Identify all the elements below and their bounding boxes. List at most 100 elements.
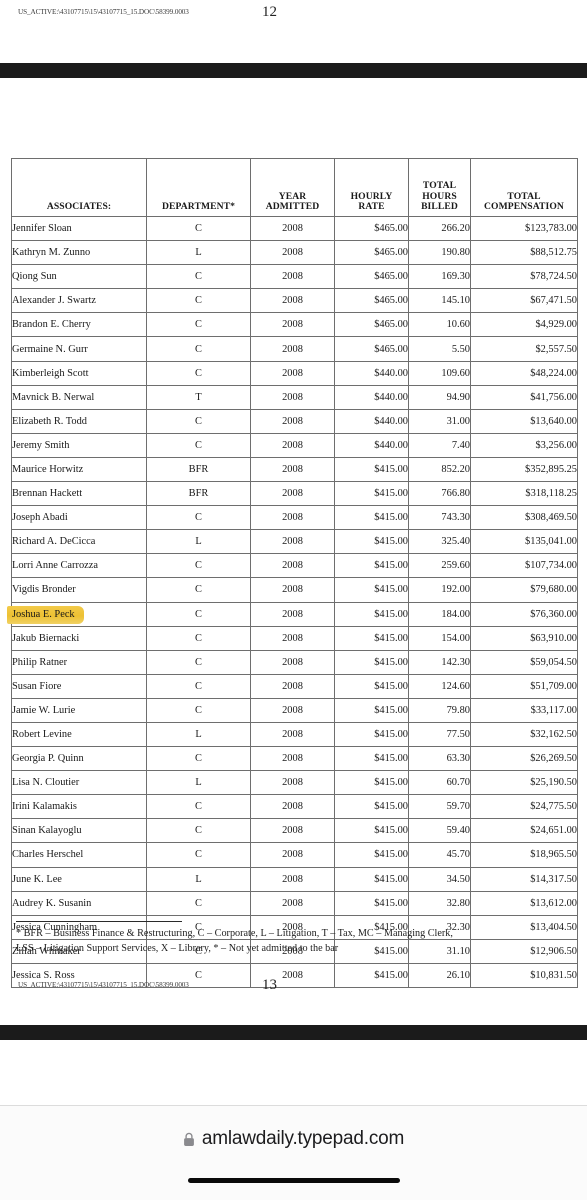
table-row: Philip Ratner C 2008 $415.00 142.30 $59,054.5…	[11, 649, 578, 675]
column-header-hourly-rate: HOURLY RATE	[334, 158, 409, 217]
document-footer-page-number: 13	[262, 977, 277, 993]
cell-comp: $48,224.00	[470, 360, 578, 386]
cell-hours: 852.20	[408, 456, 471, 483]
cell-year: 2008	[250, 264, 335, 290]
cell-year: 2008	[250, 360, 335, 386]
table-row: Jennifer Sloan C 2008 $465.00 266.20 $123,783…	[11, 215, 578, 242]
cell-hours: 59.40	[408, 818, 471, 844]
cell-dept: C	[146, 601, 251, 627]
cell-name: Joseph Abadi	[11, 505, 147, 531]
cell-hours: 63.30	[408, 746, 471, 772]
cell-dept: C	[146, 336, 251, 362]
table-row: Joshua E. Peck C 2008 $415.00 184.00 $76,360.…	[7, 601, 578, 627]
table-row: Vigdis Bronder C 2008 $415.00 192.00 $79,680.…	[11, 577, 578, 603]
cell-year: 2008	[250, 312, 335, 338]
cell-year: 2008	[250, 408, 335, 434]
cell-dept: C	[146, 288, 251, 314]
table-row: Mavnick B. Nerwal T 2008 $440.00 94.90 $41,75…	[11, 384, 578, 410]
cell-year: 2008	[250, 601, 335, 627]
table-row: Audrey K. Susanin C 2008 $415.00 32.80 $13,61…	[11, 890, 578, 916]
column-header-department: DEPARTMENT*	[146, 158, 251, 217]
table-row: Jeremy Smith C 2008 $440.00 7.40 $3,256.00	[11, 432, 578, 458]
cell-rate: $465.00	[334, 288, 409, 314]
document-header-slug: US_ACTIVE:\43107715\15\43107715_15.DOC\5…	[18, 8, 189, 16]
cell-year: 2008	[250, 505, 335, 531]
url-text: amlawdaily.typepad.com	[201, 1128, 405, 1149]
cell-dept: BFR	[146, 456, 251, 483]
cell-comp: $123,783.00	[470, 215, 578, 242]
associates-table-container: ASSOCIATES: DEPARTMENT* YEAR ADMITTED HO…	[7, 158, 578, 989]
browser-chrome: amlawdaily.typepad.com	[0, 1105, 587, 1200]
cell-hours: 184.00	[408, 601, 471, 627]
cell-rate: $440.00	[334, 408, 409, 434]
cell-name: Kimberleigh Scott	[11, 360, 147, 386]
home-indicator[interactable]	[188, 1178, 400, 1183]
cell-rate: $440.00	[334, 432, 409, 458]
cell-comp: $41,756.00	[470, 384, 578, 410]
cell-comp: $135,041.00	[470, 529, 578, 555]
cell-year: 2008	[250, 481, 335, 507]
cell-rate: $415.00	[334, 794, 409, 820]
cell-hours: 94.90	[408, 384, 471, 410]
cell-hours: 154.00	[408, 625, 471, 651]
cell-name: Brennan Hackett	[11, 481, 147, 507]
cell-hours: 266.20	[408, 215, 471, 242]
cell-dept: L	[146, 866, 251, 892]
cell-hours: 259.60	[408, 553, 471, 579]
cell-dept: BFR	[146, 481, 251, 507]
cell-hours: 5.50	[408, 336, 471, 362]
cell-dept: C	[146, 890, 251, 916]
cell-year: 2008	[250, 456, 335, 483]
document-footer: US_ACTIVE:\43107715\15\43107715_15.DOC\5…	[0, 977, 587, 1001]
table-footnote: * BFR – Business Finance & Restructuring…	[16, 921, 576, 957]
cell-comp: $26,269.50	[470, 746, 578, 772]
cell-year: 2008	[250, 721, 335, 748]
cell-year: 2008	[250, 577, 335, 603]
cell-comp: $4,929.00	[470, 312, 578, 338]
scan-edge-bar-top	[0, 63, 587, 78]
cell-comp: $13,640.00	[470, 408, 578, 434]
cell-dept: C	[146, 649, 251, 675]
cell-name: Jakub Biernacki	[11, 625, 147, 651]
cell-hours: 60.70	[408, 770, 471, 796]
cell-dept: C	[146, 746, 251, 772]
scanned-document-page: US_ACTIVE:\43107715\15\43107715_15.DOC\5…	[0, 0, 587, 1105]
cell-name: Georgia P. Quinn	[11, 746, 147, 772]
cell-comp: $78,724.50	[470, 264, 578, 290]
cell-dept: L	[146, 529, 251, 555]
cell-dept: L	[146, 721, 251, 748]
cell-rate: $415.00	[334, 601, 409, 627]
cell-rate: $415.00	[334, 553, 409, 579]
cell-dept: C	[146, 818, 251, 844]
url-bar[interactable]: amlawdaily.typepad.com	[0, 1128, 587, 1150]
cell-comp: $24,651.00	[470, 818, 578, 844]
table-header: ASSOCIATES: DEPARTMENT* YEAR ADMITTED HO…	[11, 158, 578, 217]
cell-dept: C	[146, 842, 251, 868]
cell-dept: C	[146, 215, 251, 242]
table-row: Brandon E. Cherry C 2008 $465.00 10.60 $4,929…	[11, 312, 578, 338]
cell-hours: 743.30	[408, 505, 471, 531]
cell-name: Brandon E. Cherry	[11, 312, 147, 338]
cell-name: Audrey K. Susanin	[11, 890, 147, 916]
cell-hours: 325.40	[408, 529, 471, 555]
cell-name: Kathryn M. Zunno	[11, 240, 147, 266]
highlighted-associate-name: Joshua E. Peck	[7, 605, 84, 624]
cell-rate: $465.00	[334, 240, 409, 266]
cell-rate: $465.00	[334, 312, 409, 338]
cell-name: Richard A. DeCicca	[11, 529, 147, 555]
cell-hours: 77.50	[408, 721, 471, 748]
document-header: US_ACTIVE:\43107715\15\43107715_15.DOC\5…	[0, 4, 587, 26]
table-row: Maurice Horwitz BFR 2008 $415.00 852.20 $352,…	[11, 456, 578, 483]
cell-name: Jamie W. Lurie	[11, 697, 147, 723]
cell-year: 2008	[250, 384, 335, 410]
cell-year: 2008	[250, 746, 335, 772]
cell-comp: $24,775.50	[470, 794, 578, 820]
column-header-associates-line-1: ASSOCIATES:	[46, 201, 112, 213]
table-row: Irini Kalamakis C 2008 $415.00 59.70 $24,775.…	[11, 794, 578, 820]
cell-name: Germaine N. Gurr	[11, 336, 147, 362]
cell-dept: C	[146, 794, 251, 820]
table-row: Susan Fiore C 2008 $415.00 124.60 $51,709.00	[11, 673, 578, 699]
cell-hours: 124.60	[408, 673, 471, 699]
cell-dept: C	[146, 577, 251, 603]
cell-rate: $415.00	[334, 890, 409, 916]
